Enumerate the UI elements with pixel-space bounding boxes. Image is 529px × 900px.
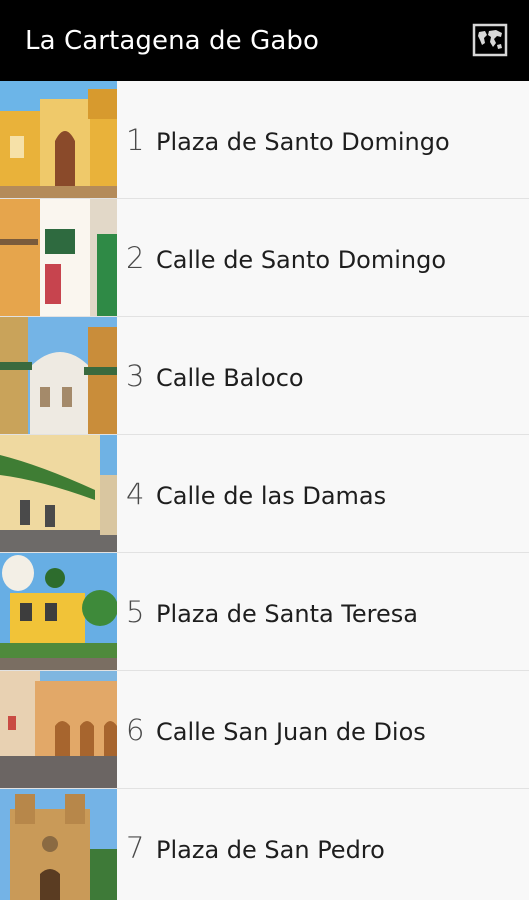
item-number: 3 — [126, 358, 145, 393]
place-thumbnail — [0, 553, 117, 670]
place-thumbnail — [0, 317, 117, 434]
map-button[interactable] — [471, 22, 509, 58]
app-title: La Cartagena de Gabo — [25, 25, 320, 56]
item-number: 2 — [126, 240, 145, 275]
place-thumbnail — [0, 435, 117, 552]
list-item[interactable]: 5 Plaza de Santa Teresa — [0, 553, 529, 671]
item-label: Calle de Santo Domingo — [156, 245, 447, 274]
place-thumbnail — [0, 199, 117, 316]
place-list[interactable]: 1 Plaza de Santo Domingo 2 Calle de Sant… — [0, 81, 529, 900]
item-number: 5 — [126, 594, 145, 629]
action-bar: La Cartagena de Gabo — [0, 0, 529, 81]
item-number: 6 — [126, 712, 145, 747]
item-label: Plaza de Santo Domingo — [156, 127, 450, 156]
item-label: Calle de las Damas — [156, 481, 387, 510]
list-item[interactable]: 1 Plaza de Santo Domingo — [0, 81, 529, 199]
place-thumbnail — [0, 671, 117, 788]
item-label: Calle San Juan de Dios — [156, 717, 426, 746]
item-number: 4 — [126, 476, 145, 511]
list-item[interactable]: 2 Calle de Santo Domingo — [0, 199, 529, 317]
app-screen: La Cartagena de Gabo 1 Plaza de Santo Do… — [0, 0, 529, 900]
list-item[interactable]: 3 Calle Baloco — [0, 317, 529, 435]
item-number: 7 — [126, 830, 145, 865]
list-item[interactable]: 6 Calle San Juan de Dios — [0, 671, 529, 789]
list-item[interactable]: 7 Plaza de San Pedro — [0, 789, 529, 900]
item-label: Plaza de Santa Teresa — [156, 599, 418, 628]
world-map-icon — [472, 23, 508, 57]
item-number: 1 — [126, 122, 145, 157]
place-thumbnail — [0, 789, 117, 900]
place-thumbnail — [0, 81, 117, 198]
item-label: Calle Baloco — [156, 363, 304, 392]
list-item[interactable]: 4 Calle de las Damas — [0, 435, 529, 553]
item-label: Plaza de San Pedro — [156, 835, 385, 864]
